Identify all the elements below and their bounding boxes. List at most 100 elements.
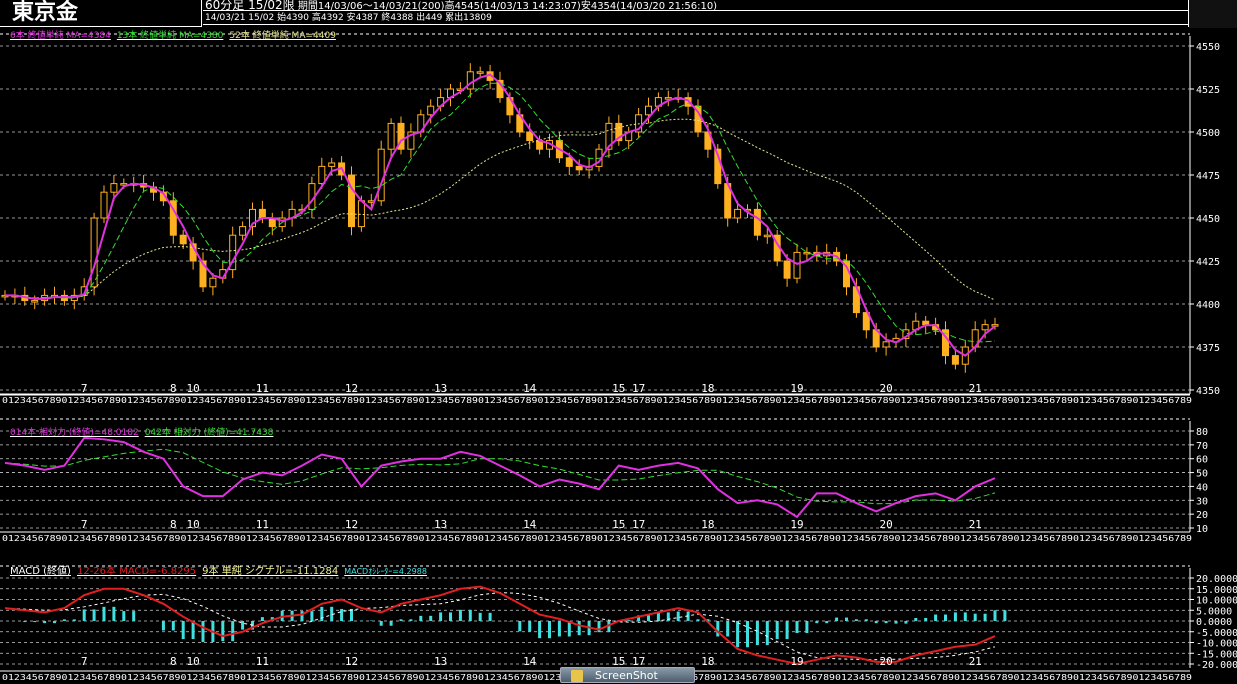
macd-date-label: 10 xyxy=(186,655,199,668)
price-date-label: 20 xyxy=(879,382,892,395)
osc-bar xyxy=(63,619,66,621)
legend-ma13[interactable]: 13本 終値単純 MA=4380 xyxy=(117,31,224,41)
legend-ma6[interactable]: 6本 終値単純 MA=4384 xyxy=(10,31,111,41)
candle-body xyxy=(754,209,760,235)
price-ytick-label: 4450 xyxy=(1196,214,1220,225)
legend-rsi14[interactable]: 014本 相対力 (終値)=48.0182 xyxy=(10,428,139,438)
rsi-date-label: 14 xyxy=(523,518,537,531)
candle-body xyxy=(467,72,473,89)
legend-ma52[interactable]: 52本 終値単純 MA=4409 xyxy=(229,31,336,41)
osc-bar xyxy=(23,621,26,622)
legend-rsi42[interactable]: 042本 相対力 (終値)=41.7438 xyxy=(145,428,274,438)
chart-canvas: 4550452545004475445044254400437543507810… xyxy=(0,0,1237,683)
rsi-ytick-label: 50 xyxy=(1196,469,1208,480)
osc-bar xyxy=(974,614,977,621)
candle-body xyxy=(764,235,770,237)
taskbar-button-label: ScreenShot xyxy=(595,669,658,682)
osc-bar xyxy=(756,621,759,645)
macd-date-label: 11 xyxy=(256,655,269,668)
osc-bar xyxy=(805,621,808,633)
osc-bar xyxy=(459,610,462,621)
candle-body xyxy=(91,218,97,287)
osc-bar xyxy=(162,621,165,630)
osc-bar xyxy=(786,621,789,639)
macd-ytick-label: -20.0000 xyxy=(1196,660,1237,671)
osc-bar xyxy=(796,621,799,633)
rsi-date-label: 20 xyxy=(879,518,892,531)
macd-date-label: 19 xyxy=(790,655,803,668)
macd-date-label: 21 xyxy=(969,655,982,668)
osc-bar xyxy=(815,621,818,623)
legend-macd[interactable]: 12-26本 MACD=-6.8295 xyxy=(77,566,196,577)
rsi-date-label: 13 xyxy=(434,518,447,531)
macd-date-label: 18 xyxy=(701,655,714,668)
osc-bar xyxy=(132,611,135,621)
osc-bar xyxy=(766,621,769,645)
osc-bar xyxy=(726,621,729,636)
candle-body xyxy=(992,325,998,327)
osc-bar xyxy=(182,621,185,639)
osc-bar xyxy=(1003,610,1006,621)
price-date-label: 13 xyxy=(434,382,447,395)
price-date-label: 15 xyxy=(612,382,625,395)
osc-bar xyxy=(924,618,927,621)
osc-bar xyxy=(835,618,838,621)
rsi-ytick-label: 60 xyxy=(1196,455,1208,466)
price-date-label: 7 xyxy=(81,382,88,395)
rsi14-line xyxy=(5,438,995,517)
candle-body xyxy=(794,252,800,278)
macd-date-label: 12 xyxy=(345,655,358,668)
osc-bar xyxy=(241,621,244,630)
legend-signal[interactable]: 9本 単純 シグナル=-11.1284 xyxy=(202,566,338,577)
osc-bar xyxy=(677,612,680,621)
osc-bar xyxy=(172,621,175,630)
rsi-date-label: 11 xyxy=(256,518,269,531)
osc-bar xyxy=(202,621,205,642)
rsi-date-label: 10 xyxy=(186,518,199,531)
rsi-ytick-label: 80 xyxy=(1196,427,1208,438)
osc-bar xyxy=(83,609,86,621)
osc-bar xyxy=(231,621,234,641)
osc-bar xyxy=(93,609,96,621)
rsi-date-label: 7 xyxy=(81,518,88,531)
candle-body xyxy=(923,321,929,324)
osc-bar xyxy=(558,621,561,636)
ma13-line xyxy=(5,83,995,342)
osc-bar xyxy=(449,612,452,621)
osc-bar xyxy=(221,621,224,641)
osc-bar xyxy=(657,612,660,621)
macd-date-label: 14 xyxy=(523,655,537,668)
rsi-ytick-label: 30 xyxy=(1196,496,1208,507)
macd-ytick-label: -5.0000 xyxy=(1196,628,1237,639)
osc-bar xyxy=(390,621,393,626)
legend-macd-title: MACD (終値) xyxy=(10,566,71,577)
osc-bar xyxy=(409,619,412,621)
osc-bar xyxy=(103,607,106,621)
taskbar-screenshot-button[interactable]: ScreenShot xyxy=(560,667,695,683)
osc-bar xyxy=(964,612,967,621)
osc-bar xyxy=(548,621,551,638)
candle-body xyxy=(259,209,265,218)
macd-line xyxy=(5,587,995,664)
osc-bar xyxy=(904,621,907,624)
osc-bar xyxy=(885,621,888,623)
rsi-date-label: 18 xyxy=(701,518,714,531)
rsi-date-label: 19 xyxy=(790,518,803,531)
price-ytick-label: 4475 xyxy=(1196,171,1220,182)
osc-bar xyxy=(875,621,878,623)
osc-bar xyxy=(320,607,323,621)
macd-date-label: 20 xyxy=(879,655,892,668)
price-ytick-label: 4400 xyxy=(1196,300,1220,311)
rsi-date-label: 15 xyxy=(612,518,625,531)
candle-body xyxy=(32,301,38,303)
macd-legend: MACD (終値) 12-26本 MACD=-6.8295 9本 単純 シグナル=-… xyxy=(10,562,433,577)
price-ytick-label: 4375 xyxy=(1196,343,1220,354)
osc-bar xyxy=(736,621,739,647)
price-ytick-label: 4525 xyxy=(1196,85,1220,96)
osc-bar xyxy=(301,611,304,621)
candle-body xyxy=(240,227,246,236)
price-date-label: 8 xyxy=(170,382,177,395)
osc-bar xyxy=(43,621,46,623)
candle-body xyxy=(982,325,988,330)
legend-osc[interactable]: MACDｵｼﾚｰﾀｰ=4.2988 xyxy=(344,567,427,576)
